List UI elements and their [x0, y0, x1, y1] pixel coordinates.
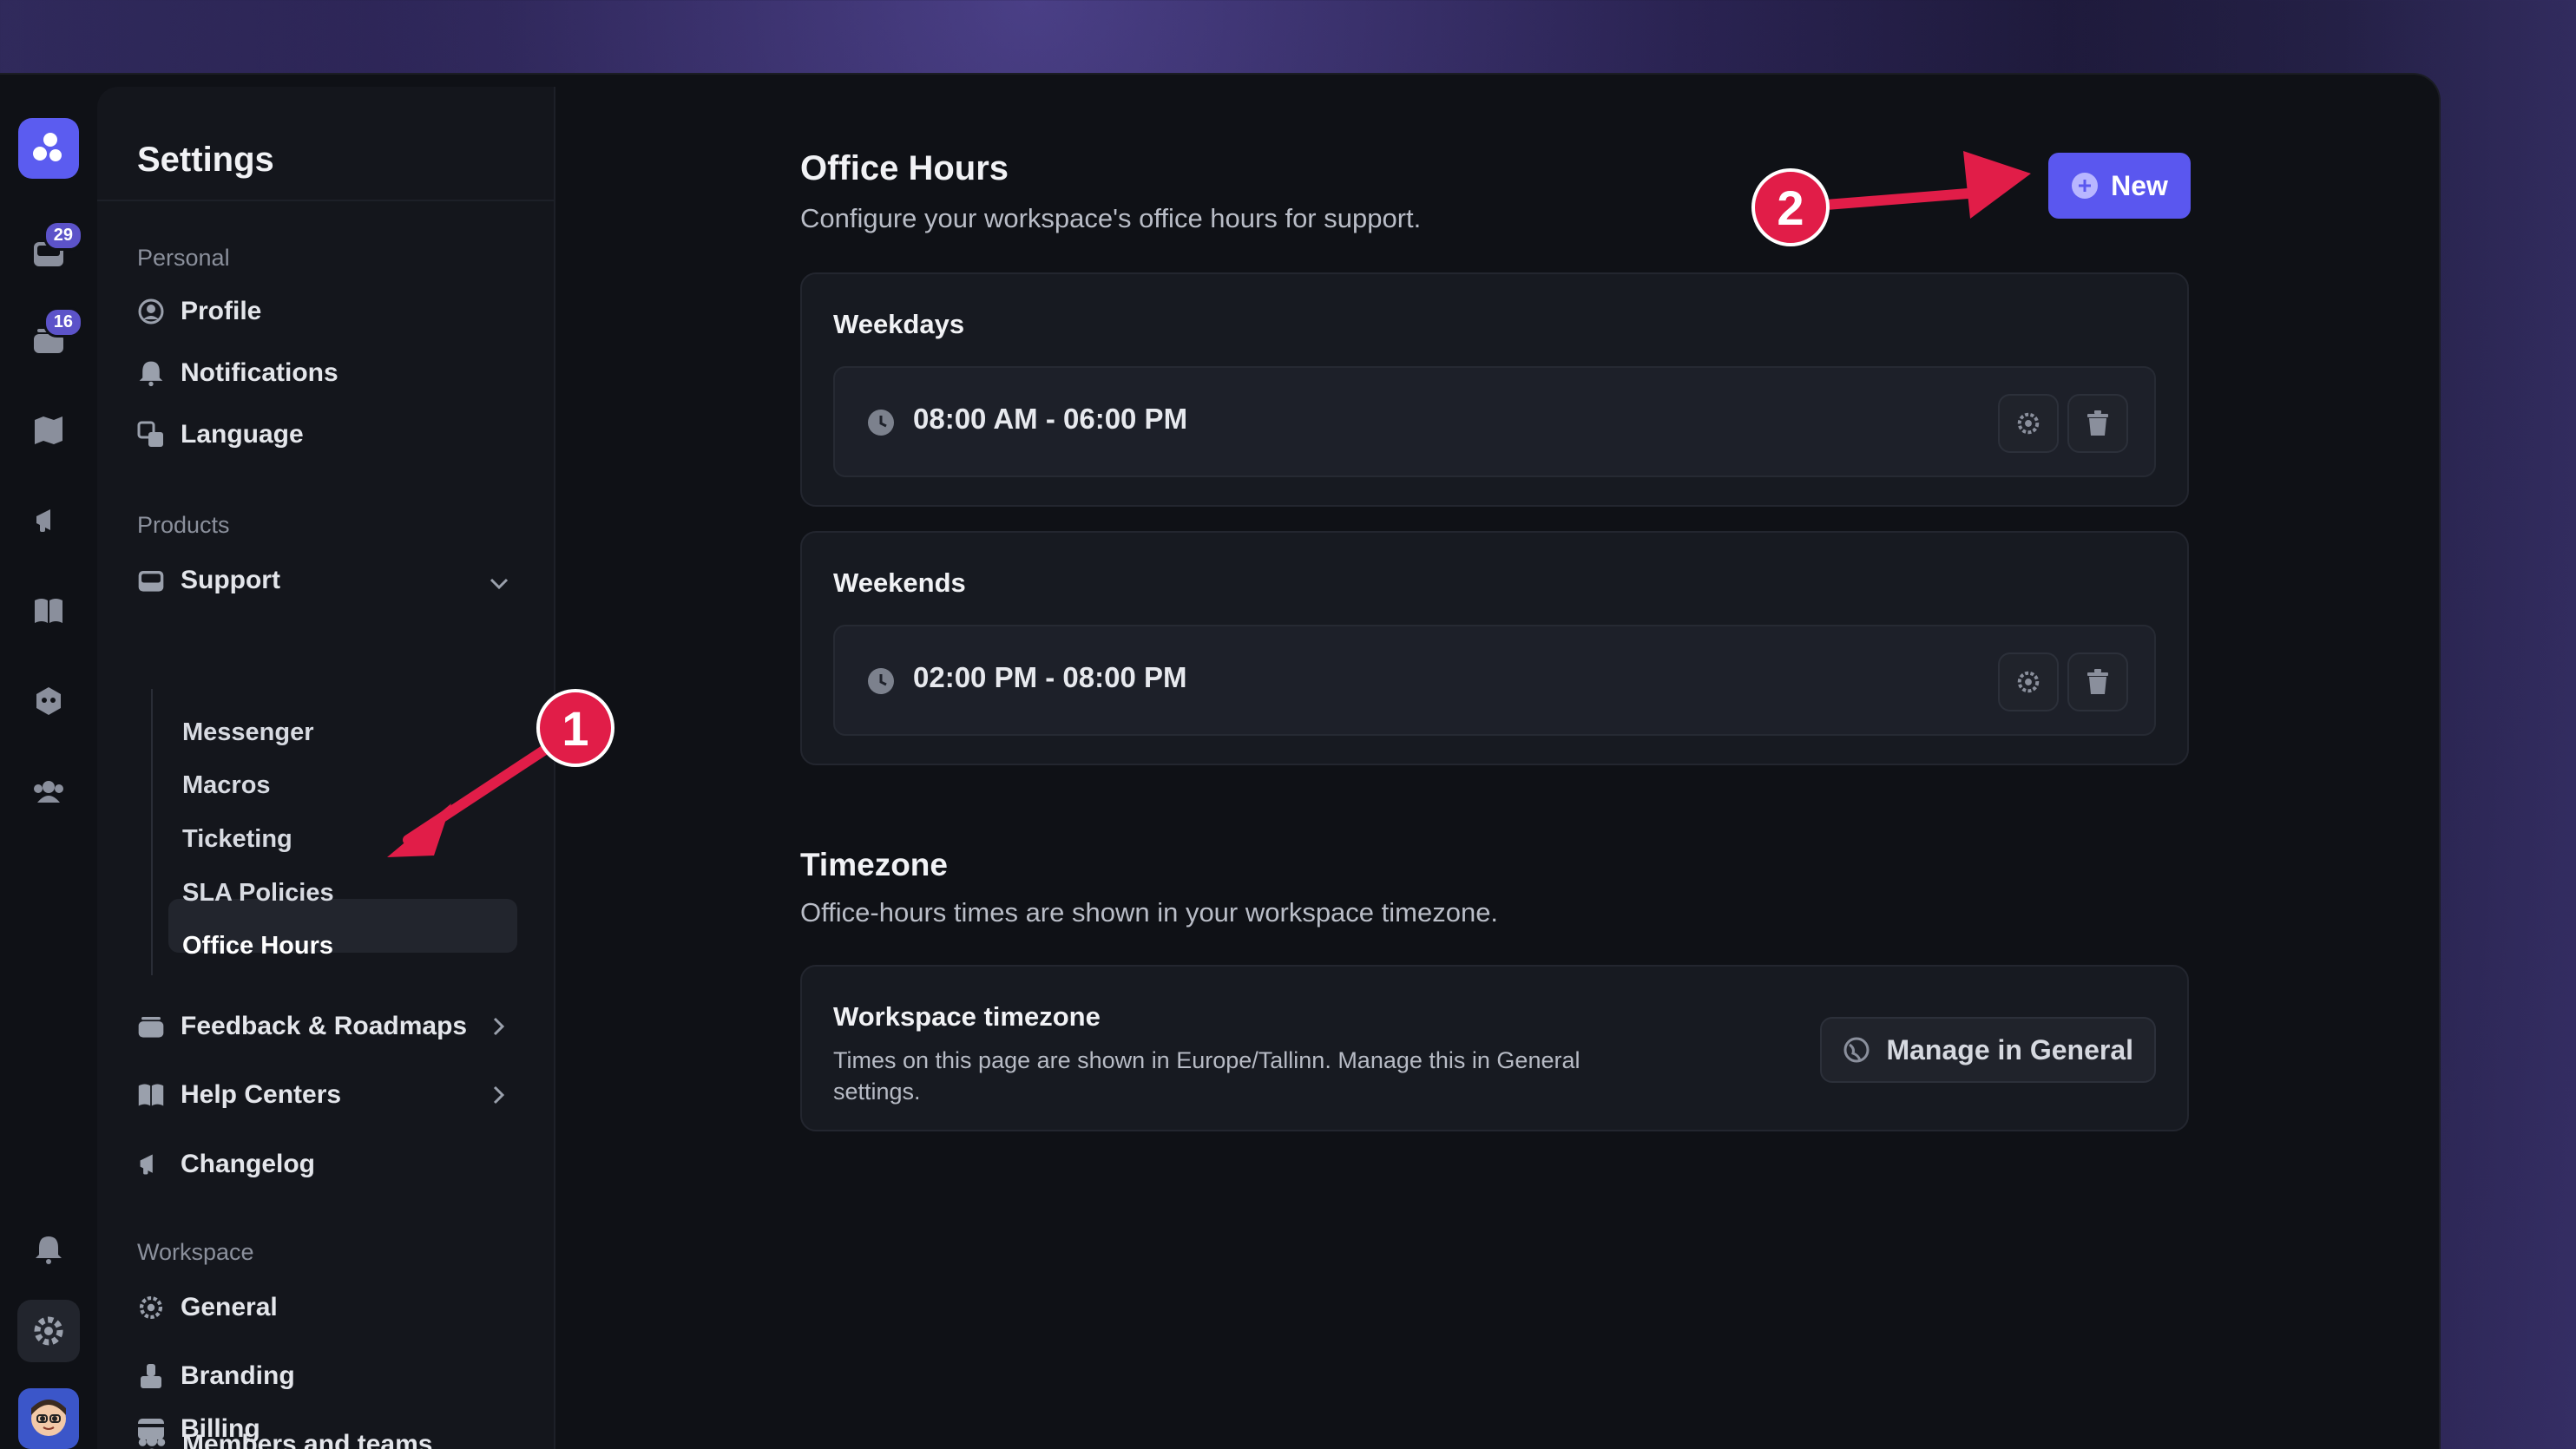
annotation-arrows	[387, 151, 2031, 857]
annotation-marker-1: 1	[536, 689, 614, 767]
annotation-marker-2: 2	[1751, 168, 1830, 246]
